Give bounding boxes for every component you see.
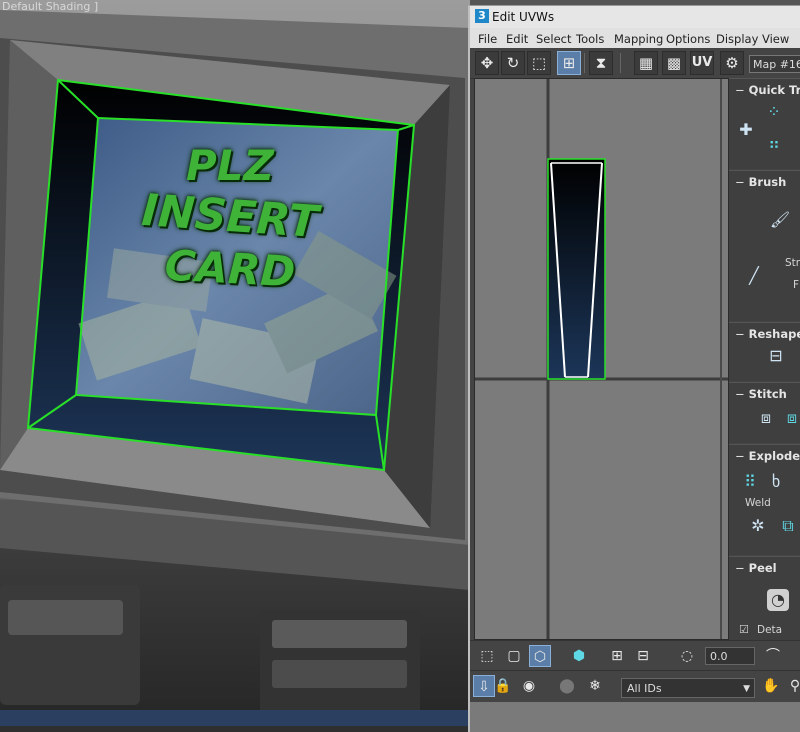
menu-file[interactable]: File xyxy=(478,32,497,46)
shrink-selection-icon[interactable]: ⊟ xyxy=(632,645,654,667)
edge-select-icon[interactable]: ▢ xyxy=(503,645,525,667)
brush-strength-label: Str xyxy=(785,257,800,269)
uv-editor-canvas[interactable] xyxy=(474,78,729,640)
bottom-toolbar-selection: ⬚ ▢ ⬡ ⬢ ⊞ ⊟ ◌ 0.0 ⌒ xyxy=(470,640,800,671)
rollout-brush[interactable]: Brush 🖌 ╱ Str F xyxy=(729,170,800,321)
app-icon: 3 xyxy=(475,9,489,23)
soft-selection-icon[interactable]: ◌ xyxy=(676,645,698,667)
stitch-target-icon[interactable]: ⧈ xyxy=(781,407,800,429)
curve-icon[interactable]: ⌒ xyxy=(762,645,784,667)
align-icon[interactable]: ⁘ xyxy=(763,101,785,123)
material-id-select[interactable]: All IDs ▼ xyxy=(621,678,755,698)
stitch-icon[interactable]: ⧈ xyxy=(755,407,777,429)
texture-map-icon[interactable]: ▩ xyxy=(662,51,686,75)
freeform-icon[interactable]: ⊞ xyxy=(557,51,581,75)
gear-icon[interactable]: ⚙ xyxy=(720,51,744,75)
menu-tools[interactable]: Tools xyxy=(576,32,604,46)
menu-edit[interactable]: Edit xyxy=(506,32,528,46)
screen-text-line-1: PLZ xyxy=(186,141,274,190)
weld-label: Weld xyxy=(745,497,771,509)
explode-icon[interactable]: ⠿ xyxy=(739,471,761,493)
rollout-quick-transform[interactable]: Quick Tra ✚ ⁘ ⠶ xyxy=(729,78,800,169)
toolbar-divider xyxy=(620,53,621,73)
material-id-value: All IDs xyxy=(627,682,662,695)
rollout-title[interactable]: Peel xyxy=(735,561,777,575)
uv-grid xyxy=(475,79,728,639)
rollout-stitch[interactable]: Stitch ⧈ ⧈ xyxy=(729,382,800,443)
element-select-icon[interactable]: ⬢ xyxy=(568,645,590,667)
grow-selection-icon[interactable]: ⊞ xyxy=(606,645,628,667)
edit-uvws-window[interactable]: 3 Edit UVWs File Edit Select Tools Mappi… xyxy=(468,5,800,732)
rollout-title[interactable]: Explode xyxy=(735,449,800,463)
menu-view[interactable]: View xyxy=(762,32,789,46)
menu-bar: File Edit Select Tools Mapping Options D… xyxy=(470,28,800,48)
brush-falloff-label: F xyxy=(793,279,800,291)
window-title: Edit UVWs xyxy=(492,10,555,24)
space-icon[interactable]: ⠶ xyxy=(763,133,785,155)
line-brush-icon[interactable]: ╱ xyxy=(743,265,765,287)
rollout-title[interactable]: Stitch xyxy=(735,387,787,401)
pan-hand-icon[interactable]: ✋ xyxy=(760,675,782,697)
rollout-title[interactable]: Brush xyxy=(735,175,787,189)
rollout-reshape[interactable]: Reshape ⊟ xyxy=(729,322,800,381)
eye-icon[interactable]: ◉ xyxy=(518,675,540,697)
zoom-icon[interactable]: ⚲ xyxy=(784,675,800,697)
mirror-icon[interactable]: ⧗ xyxy=(589,51,613,75)
weld-target-icon[interactable]: ✲ xyxy=(747,515,769,537)
rollout-explode[interactable]: Explode ⠿ ხ Weld ✲ ⧉ xyxy=(729,444,800,555)
filter-icon[interactable]: ⬤ xyxy=(556,675,578,697)
viewport-label[interactable]: Default Shading ] xyxy=(2,0,98,13)
menu-options[interactable]: Options xyxy=(666,32,710,46)
toolbar-divider xyxy=(584,53,585,73)
detach-label: Deta xyxy=(757,624,783,636)
break-icon[interactable]: ხ xyxy=(765,471,787,493)
checker-pattern-icon[interactable]: ▦ xyxy=(634,51,658,75)
freeze-icon[interactable]: ❄ xyxy=(584,675,606,697)
rotate-icon[interactable]: ↻ xyxy=(501,51,525,75)
uv-label-button[interactable]: UV xyxy=(690,51,714,75)
vertex-select-icon[interactable]: ⬚ xyxy=(476,645,498,667)
quick-transform-icon[interactable]: ✚ xyxy=(735,119,757,141)
peel-icon[interactable]: ◔ xyxy=(767,589,789,611)
face-select-icon[interactable]: ⬡ xyxy=(529,645,551,667)
lock-icon[interactable]: 🔒 xyxy=(492,675,514,697)
rollout-peel[interactable]: Peel ◔ ☑ Deta xyxy=(729,556,800,640)
reshape-icon[interactable]: ⊟ xyxy=(765,345,787,367)
rollout-panel: Quick Tra ✚ ⁘ ⠶ Brush 🖌 ╱ Str F Reshape … xyxy=(729,78,800,640)
detach-checkbox-icon[interactable]: ☑ xyxy=(739,623,749,636)
bottom-toolbar-view: ⇩ 🔒 ◉ ⬤ ❄ All IDs ▼ ✋ ⚲ xyxy=(470,670,800,703)
status-strip xyxy=(470,702,800,732)
rollout-title[interactable]: Quick Tra xyxy=(735,83,800,97)
menu-mapping[interactable]: Mapping xyxy=(614,32,663,46)
chevron-down-icon: ▼ xyxy=(743,684,750,694)
uv-toolbar: ✥ ↻ ⬚ ⊞ ⧗ ▦ ▩ UV ⚙ Map #16 ( xyxy=(470,48,800,79)
menu-select[interactable]: Select xyxy=(536,32,571,46)
menu-display[interactable]: Display xyxy=(716,32,758,46)
move-icon[interactable]: ✥ xyxy=(475,51,499,75)
soft-selection-spinner[interactable]: 0.0 xyxy=(705,647,755,665)
map-select-dropdown[interactable]: Map #16 ( xyxy=(749,55,800,73)
rollout-title[interactable]: Reshape xyxy=(735,327,800,341)
brush-icon[interactable]: 🖌 xyxy=(769,209,791,231)
weld-selected-icon[interactable]: ⧉ xyxy=(777,515,799,537)
scale-icon[interactable]: ⬚ xyxy=(527,51,551,75)
window-titlebar[interactable]: 3 Edit UVWs xyxy=(470,6,800,29)
